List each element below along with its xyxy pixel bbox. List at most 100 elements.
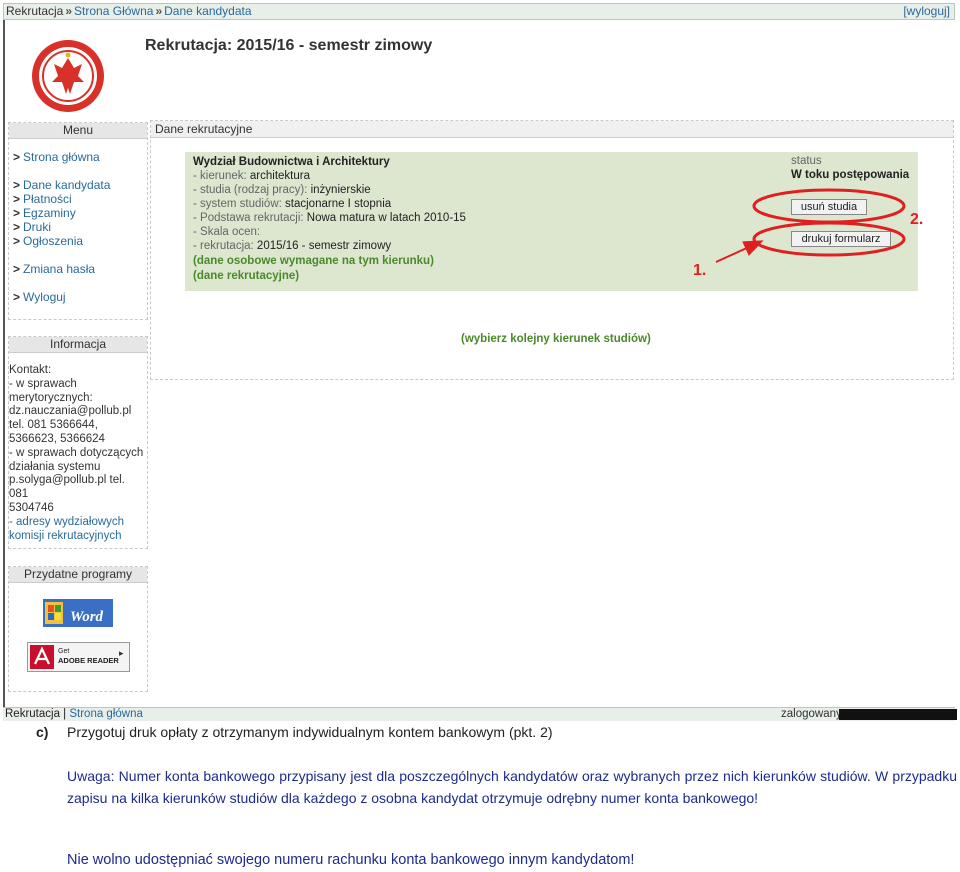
menu-arrow-icon: > (13, 206, 21, 220)
left-divider (3, 20, 5, 720)
menu-item-label: Płatności (23, 192, 72, 206)
instruction-document: c) Przygotuj druk opłaty z otrzymanym ind… (0, 722, 960, 872)
step-text: Przygotuj druk opłaty z otrzymanym indyw… (67, 724, 553, 740)
faculty-committees-link[interactable]: - adresy wydziałowych komisji rekrutacyj… (9, 516, 147, 544)
field-row: - Podstawa rekrutacji: Nowa matura w lat… (193, 211, 466, 225)
contact-info: Kontakt: - w sprawach merytorycznych: dz… (9, 364, 147, 543)
breadcrumb-root: Rekrutacja (6, 4, 64, 18)
field-label: - Skala ocen: (193, 226, 261, 238)
info-line: - w sprawach dotyczących (9, 446, 144, 459)
footer-root: Rekrutacja (5, 708, 60, 720)
ms-word-icon[interactable]: Word (43, 599, 113, 627)
menu-item-announcements[interactable]: > Ogłoszenia (13, 234, 83, 248)
menu-item-change-password[interactable]: > Zmiana hasła (13, 262, 95, 276)
menu-item-label: Wyloguj (23, 290, 66, 304)
remove-studies-button[interactable]: usuń studia (791, 199, 867, 215)
field-row: - kierunek: architektura (193, 169, 310, 183)
field-value: inżynierskie (310, 184, 371, 196)
menu-title: Menu (9, 123, 147, 139)
footer-home-link[interactable]: Strona główna (69, 708, 143, 720)
field-label: - Podstawa rekrutacji: (193, 212, 304, 224)
menu-item-home[interactable]: > Strona główna (13, 150, 100, 164)
menu-item-label: Egzaminy (23, 206, 76, 220)
choose-next-field-link[interactable]: (wybierz kolejny kierunek studiów) (461, 333, 651, 345)
info-line: 5304746 (9, 501, 54, 514)
redacted-username (839, 709, 957, 720)
menu-arrow-icon: > (13, 234, 21, 248)
info-line: tel. 081 5366644, (9, 419, 98, 432)
field-row: - rekrutacja: 2015/16 - semestr zimowy (193, 239, 391, 253)
menu-item-exams[interactable]: > Egzaminy (13, 206, 76, 220)
field-label: - rekrutacja: (193, 240, 254, 252)
menu-item-label: Dane kandydata (23, 178, 111, 192)
instruction-step: c) Przygotuj druk opłaty z otrzymanym ind… (36, 724, 553, 740)
bank-account-note: Uwaga: Numer konta bankowego przypisany … (67, 768, 957, 806)
breadcrumb-separator-icon: » (65, 4, 73, 18)
field-row: - system studiów: stacjonarne I stopnia (193, 197, 391, 211)
field-value: Nowa matura w latach 2010-15 (306, 212, 466, 224)
info-line: 5366623, 5366624 (9, 432, 105, 445)
menu-item-payments[interactable]: > Płatności (13, 192, 72, 206)
word-label: Word (70, 609, 104, 625)
footer-bar: Rekrutacja | Strona główna zalogowany: (3, 707, 957, 721)
menu-item-candidate-data[interactable]: > Dane kandydata (13, 178, 110, 192)
field-value: architektura (249, 170, 310, 182)
info-line: działania systemu (9, 460, 101, 473)
candidate-application-card: Wydział Budownictwa i Architektury - kie… (185, 152, 918, 291)
menu-item-logout[interactable]: > Wyloguj (13, 290, 66, 304)
menu-arrow-icon: > (13, 150, 21, 164)
adobe-arrow-icon: ▸ (119, 648, 124, 658)
field-label: - kierunek: (193, 170, 247, 182)
field-row: - Skala ocen: (193, 225, 260, 239)
menu-arrow-icon: > (13, 290, 21, 304)
logged-in-label: zalogowany: (781, 708, 845, 720)
menu-item-label: Zmiana hasła (23, 262, 96, 276)
menu-item-label: Druki (23, 220, 52, 234)
menu-item-label: Strona główna (23, 150, 100, 164)
university-logo-icon (32, 40, 104, 112)
link-line: komisji rekrutacyjnych (9, 529, 122, 542)
status-value: W toku postępowania (791, 169, 910, 181)
info-line: Kontakt: (9, 364, 52, 376)
info-line: p.solyga@pollub.pl tel. 081 (9, 474, 125, 501)
step-letter: c) (36, 724, 49, 740)
faculty-name: Wydział Budownictwa i Architektury (193, 156, 390, 168)
adobe-reader-icon[interactable]: Get ADOBE READER ▸ (27, 642, 130, 672)
top-breadcrumb-bar: Rekrutacja» Strona Główna» Dane kandydata … (3, 3, 955, 20)
menu-arrow-icon: > (13, 220, 21, 234)
info-line: - w sprawach (9, 377, 77, 390)
breadcrumb-candidate-link[interactable]: Dane kandydata (164, 4, 251, 18)
menu-arrow-icon: > (13, 178, 21, 192)
info-line: merytorycznych: (9, 391, 93, 404)
menu-item-label: Ogłoszenia (23, 234, 84, 248)
info-email: dz.nauczania@pollub.pl (9, 405, 132, 418)
print-form-button[interactable]: drukuj formularz (791, 231, 891, 247)
recruitment-data-title: Dane rekrutacyjne (151, 121, 953, 138)
breadcrumb-home-link[interactable]: Strona Główna (74, 4, 153, 18)
menu-item-forms[interactable]: > Druki (13, 220, 51, 234)
page-title: Rekrutacja: 2015/16 - semestr zimowy (145, 37, 433, 54)
field-value: 2015/16 - semestr zimowy (256, 240, 392, 252)
recruitment-screen: Rekrutacja» Strona Główna» Dane kandydata … (0, 0, 960, 722)
information-panel: Informacja Kontakt: - w sprawach merytor… (8, 336, 148, 549)
logout-link[interactable]: [wyloguj] (903, 4, 950, 19)
annotation-mark-2: 2. (910, 211, 924, 228)
menu-arrow-icon: > (13, 192, 21, 206)
field-label: - studia (rodzaj pracy): (193, 184, 308, 196)
field-row: - studia (rodzaj pracy): inżynierskie (193, 183, 371, 197)
adobe-get-label: Get (58, 648, 69, 655)
bank-account-warning: Nie wolno udostępniać swojego numeru rac… (67, 852, 635, 868)
information-title: Informacja (9, 337, 147, 353)
annotation-mark-1: 1. (693, 262, 707, 279)
useful-programs-panel: Przydatne programy Word Get ADOBE READER… (8, 566, 148, 692)
useful-programs-title: Przydatne programy (9, 567, 147, 583)
recruitment-data-link[interactable]: (dane rekrutacyjne) (193, 269, 299, 283)
menu-arrow-icon: > (13, 262, 21, 276)
breadcrumb-separator-icon: » (155, 4, 163, 18)
link-line: - adresy wydziałowych (9, 515, 125, 528)
menu-panel: Menu > Strona główna > Dane kandydata > Pła… (8, 122, 148, 320)
personal-data-link[interactable]: (dane osobowe wymagane na tym kierunku) (193, 254, 434, 268)
status-label: status (791, 155, 822, 167)
field-value: stacjonarne I stopnia (285, 198, 392, 210)
adobe-reader-label: ADOBE READER (58, 656, 119, 665)
